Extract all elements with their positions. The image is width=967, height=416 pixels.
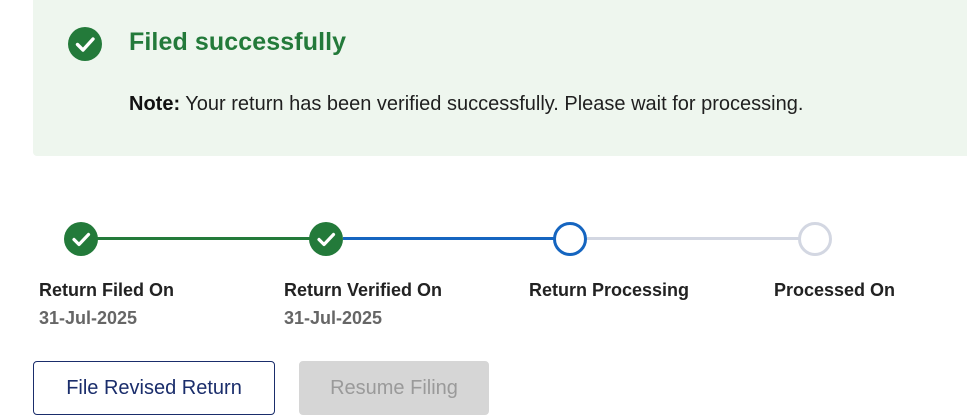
step-connector-2 <box>343 237 555 240</box>
step-date-verified: 31-Jul-2025 <box>284 308 383 328</box>
step-label-verified: Return Verified On <box>284 280 443 300</box>
step-label-processing: Return Processing <box>529 280 690 300</box>
step-verified-check-icon <box>309 222 343 256</box>
step-processed-node <box>798 222 832 256</box>
status-stepper: Return Filed On 31-Jul-2025 Return Verif… <box>0 0 967 340</box>
step-connector-1 <box>96 237 311 240</box>
file-revised-return-button[interactable]: File Revised Return <box>33 361 275 415</box>
step-filed-check-icon <box>64 222 98 256</box>
step-processing-node <box>553 222 587 256</box>
resume-filing-button[interactable]: Resume Filing <box>299 361 489 415</box>
step-connector-3 <box>587 237 800 240</box>
step-date-filed: 31-Jul-2025 <box>39 308 138 328</box>
step-label-filed: Return Filed On <box>39 280 174 300</box>
step-label-processed: Processed On <box>774 280 896 300</box>
